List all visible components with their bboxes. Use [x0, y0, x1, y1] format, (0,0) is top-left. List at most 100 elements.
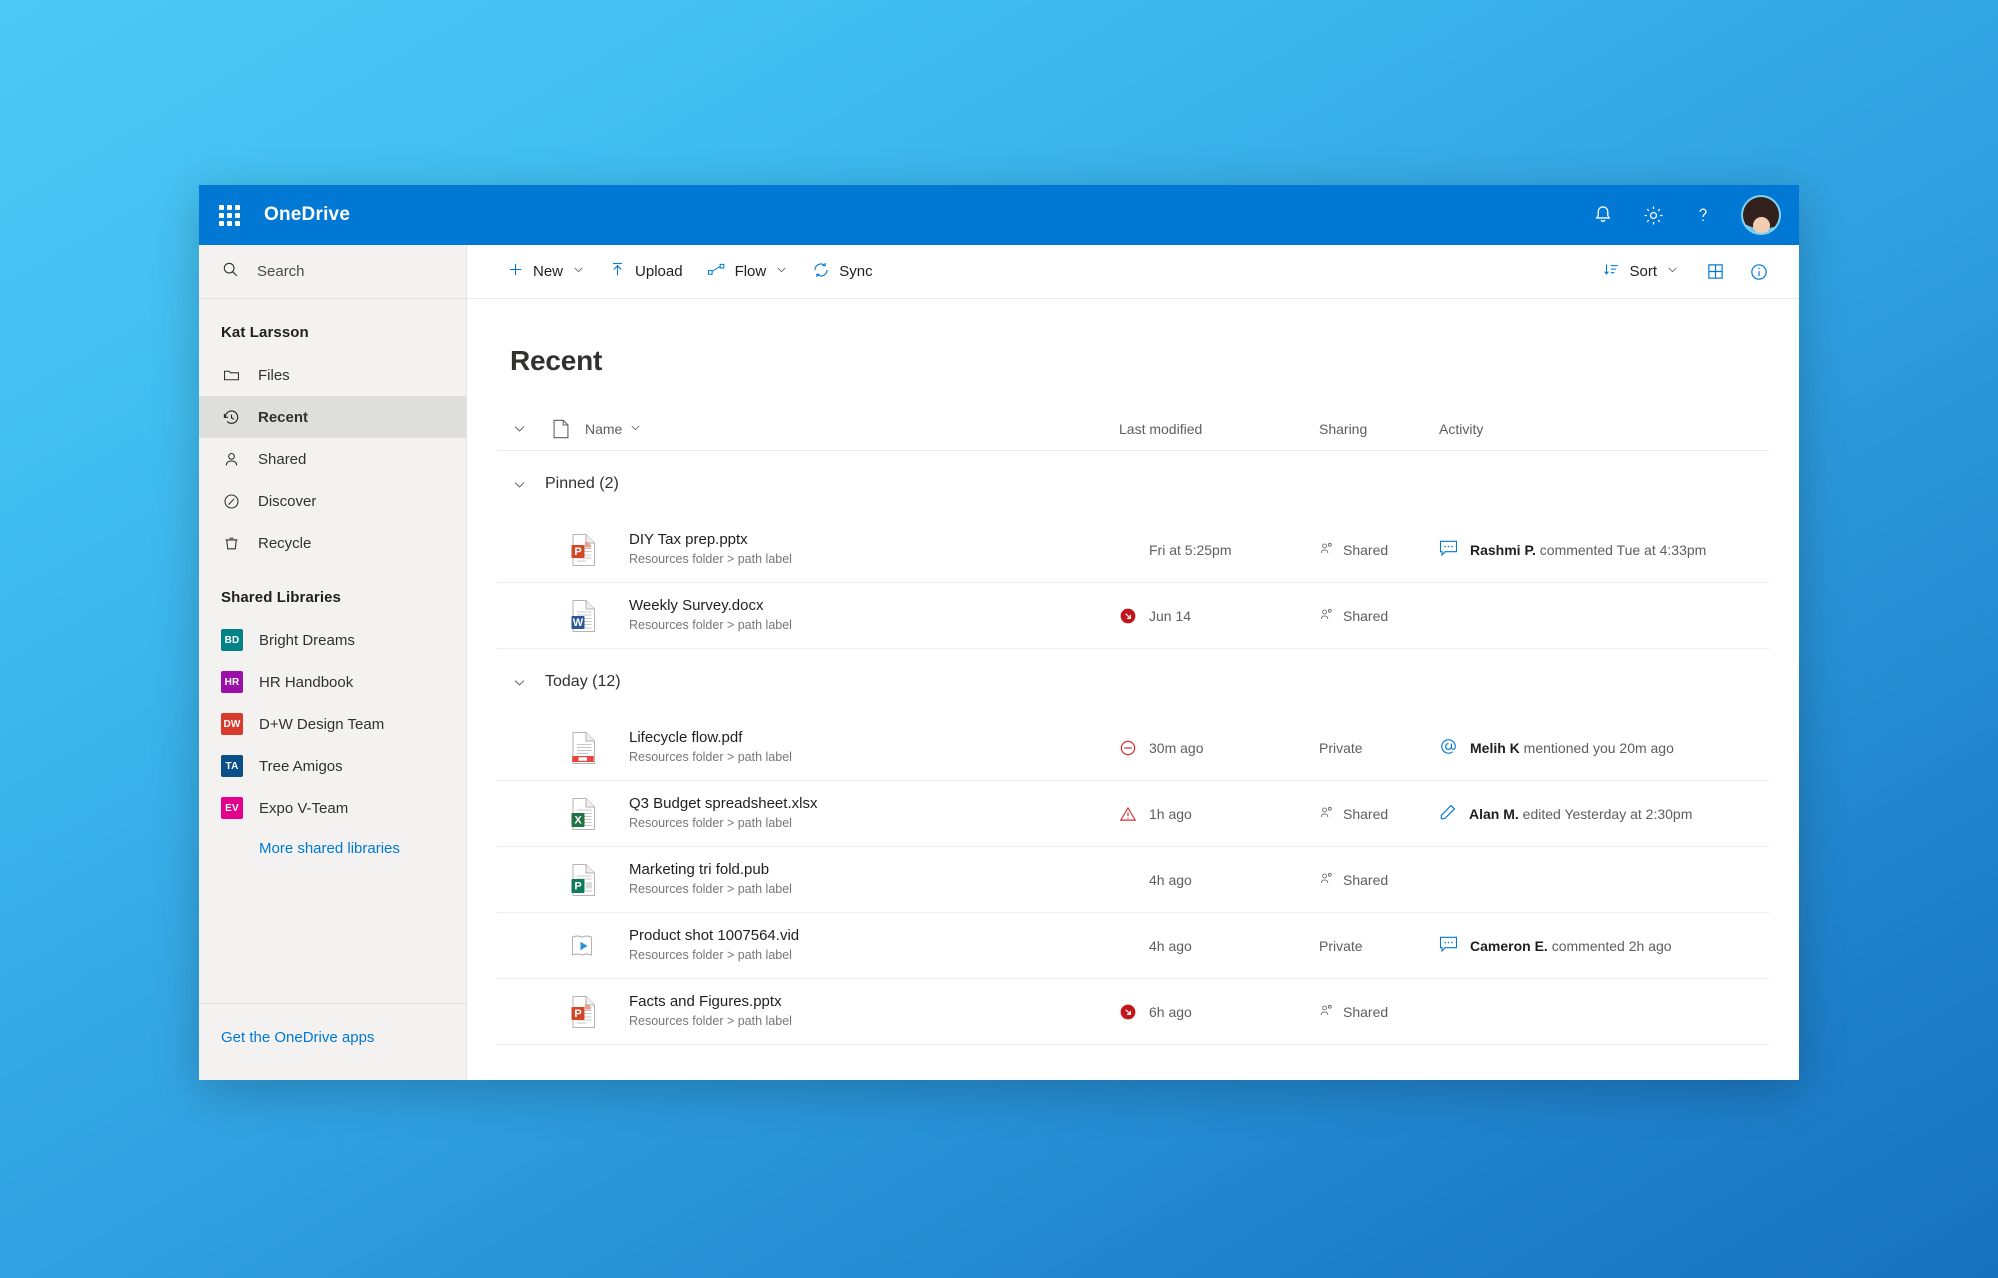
chevron-down-icon — [1666, 263, 1679, 280]
table-row[interactable]: W Weekly Survey.docx Resources folder > … — [497, 583, 1769, 649]
excel-file-icon: X — [541, 796, 625, 832]
group-header-pinned[interactable]: Pinned (2) — [497, 451, 1769, 517]
library-item-bright-dreams[interactable]: BD Bright Dreams — [199, 619, 466, 661]
file-name-cell[interactable]: Lifecycle flow.pdf Resources folder > pa… — [625, 729, 1119, 765]
status-icon-placeholder — [1119, 541, 1137, 559]
history-icon — [221, 407, 241, 427]
group-header-today[interactable]: Today (12) — [497, 649, 1769, 715]
file-name-cell[interactable]: Q3 Budget spreadsheet.xlsx Resources fol… — [625, 795, 1119, 831]
file-name: Lifecycle flow.pdf — [629, 729, 743, 747]
sidebar-item-label: Recent — [258, 408, 309, 426]
select-all-chevron-down-icon[interactable] — [497, 421, 541, 436]
svg-text:P: P — [574, 546, 581, 558]
sharing-value: Shared — [1343, 871, 1389, 888]
sharing-cell[interactable]: Shared — [1319, 805, 1439, 823]
library-label: Bright Dreams — [259, 631, 355, 649]
table-row[interactable]: P Marketing tri fold.pub Resources folde… — [497, 847, 1769, 913]
sync-button-label: Sync — [839, 263, 873, 280]
library-item-hr-handbook[interactable]: HR HR Handbook — [199, 661, 466, 703]
chevron-down-icon — [775, 263, 788, 280]
bell-icon[interactable] — [1579, 191, 1627, 239]
content-area: Recent Name Last modified Sharing Activi… — [467, 299, 1799, 1080]
sharing-value: Shared — [1343, 607, 1389, 624]
avatar[interactable] — [1741, 195, 1781, 235]
flow-icon — [707, 261, 726, 282]
file-name-cell[interactable]: Facts and Figures.pptx Resources folder … — [625, 993, 1119, 1029]
activity-cell: Rashmi P. commented Tue at 4:33pm — [1439, 540, 1769, 560]
search-icon — [221, 260, 240, 284]
svg-text:P: P — [574, 1008, 581, 1020]
file-name-cell[interactable]: Weekly Survey.docx Resources folder > pa… — [625, 597, 1119, 633]
sharing-cell[interactable]: Shared — [1319, 541, 1439, 559]
grid-view-icon[interactable] — [1695, 252, 1735, 292]
library-item-tree-amigos[interactable]: TA Tree Amigos — [199, 745, 466, 787]
app-launcher-icon[interactable] — [199, 185, 259, 245]
table-row[interactable]: Lifecycle flow.pdf Resources folder > pa… — [497, 715, 1769, 781]
get-onedrive-apps-link[interactable]: Get the OneDrive apps — [221, 1029, 374, 1046]
table-row[interactable]: P DIY Tax prep.pptx Resources folder > p… — [497, 517, 1769, 583]
people-icon — [1319, 541, 1334, 559]
sidebar-item-recent[interactable]: Recent — [199, 396, 466, 438]
sort-button[interactable]: Sort — [1591, 252, 1691, 292]
activity-text: commented Tue at 4:33pm — [1535, 541, 1707, 558]
main-area: New Upload Flow Sync Sort Recent Name La… — [467, 245, 1799, 1080]
column-header-sharing[interactable]: Sharing — [1319, 421, 1439, 437]
column-header-activity[interactable]: Activity — [1439, 421, 1769, 437]
search-input[interactable] — [257, 263, 427, 280]
library-badge: TA — [221, 755, 243, 777]
file-name-cell[interactable]: DIY Tax prep.pptx Resources folder > pat… — [625, 531, 1119, 567]
sidebar-item-label: Discover — [258, 492, 317, 510]
sharing-value: Shared — [1343, 805, 1389, 822]
chevron-down-icon[interactable] — [497, 477, 541, 492]
table-row[interactable]: P Facts and Figures.pptx Resources folde… — [497, 979, 1769, 1045]
sync-button[interactable]: Sync — [800, 252, 884, 292]
people-icon — [1319, 871, 1334, 889]
activity-text: commented 2h ago — [1547, 937, 1672, 954]
column-header-name-label: Name — [585, 420, 623, 437]
warning-triangle-icon — [1119, 805, 1137, 823]
sharing-cell[interactable]: Private — [1319, 938, 1439, 954]
new-button[interactable]: New — [495, 252, 597, 292]
app-title[interactable]: OneDrive — [259, 204, 350, 226]
sidebar-item-files[interactable]: Files — [199, 354, 466, 396]
file-list-table: Name Last modified Sharing Activity Pinn… — [497, 407, 1769, 1045]
sharing-cell[interactable]: Shared — [1319, 871, 1439, 889]
sharing-cell[interactable]: Private — [1319, 740, 1439, 756]
comment-icon — [1439, 540, 1458, 560]
sidebar-item-discover[interactable]: Discover — [199, 480, 466, 522]
table-row[interactable]: X Q3 Budget spreadsheet.xlsx Resources f… — [497, 781, 1769, 847]
file-type-icon-column-header[interactable] — [541, 419, 581, 439]
file-path: Resources folder > path label — [629, 750, 792, 765]
search-box[interactable] — [199, 245, 466, 299]
more-shared-libraries-link[interactable]: More shared libraries — [199, 829, 466, 857]
chevron-down-icon[interactable] — [497, 675, 541, 690]
group-label: Pinned (2) — [545, 475, 619, 492]
question-mark-icon[interactable] — [1679, 191, 1727, 239]
upload-button[interactable]: Upload — [597, 252, 695, 292]
library-item-dw-design-team[interactable]: DW D+W Design Team — [199, 703, 466, 745]
sharing-value: Private — [1319, 937, 1363, 954]
library-badge: BD — [221, 629, 243, 651]
sharing-value: Shared — [1343, 541, 1389, 558]
table-row[interactable]: Product shot 1007564.vid Resources folde… — [497, 913, 1769, 979]
sidebar-item-label: Shared — [258, 450, 307, 468]
sharing-cell[interactable]: Shared — [1319, 607, 1439, 625]
file-path: Resources folder > path label — [629, 816, 792, 831]
gear-icon[interactable] — [1629, 191, 1677, 239]
library-item-expo-v-team[interactable]: EV Expo V-Team — [199, 787, 466, 829]
sharing-cell[interactable]: Shared — [1319, 1003, 1439, 1021]
folder-icon — [221, 365, 241, 385]
activity-cell: Melih K mentioned you 20m ago — [1439, 737, 1769, 759]
sidebar-item-recycle[interactable]: Recycle — [199, 522, 466, 564]
file-name: Facts and Figures.pptx — [629, 993, 782, 1011]
pencil-icon — [1439, 803, 1457, 824]
column-header-last-modified[interactable]: Last modified — [1119, 421, 1319, 437]
file-name-cell[interactable]: Marketing tri fold.pub Resources folder … — [625, 861, 1119, 897]
flow-button[interactable]: Flow — [695, 252, 801, 292]
info-icon[interactable] — [1739, 252, 1779, 292]
account-name: Kat Larsson — [221, 324, 309, 341]
sidebar-item-shared[interactable]: Shared — [199, 438, 466, 480]
word-file-icon: W — [541, 598, 625, 634]
column-header-name[interactable]: Name — [581, 421, 1119, 437]
file-name-cell[interactable]: Product shot 1007564.vid Resources folde… — [625, 927, 1119, 963]
